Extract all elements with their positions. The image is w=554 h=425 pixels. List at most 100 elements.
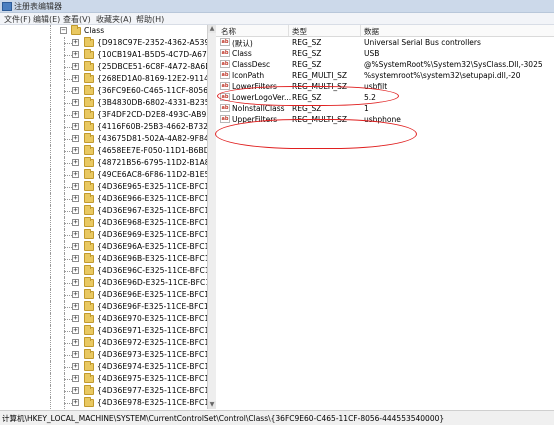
expand-icon[interactable]: + <box>72 195 79 202</box>
tree-node[interactable]: + {4D36E978-E325-11CE-BFC1-080 <box>0 397 208 409</box>
scroll-up-arrow-icon[interactable]: ▲ <box>208 25 216 33</box>
tree-node[interactable]: + {4658EE7E-F050-11D1-B6BD-00( <box>0 145 208 157</box>
tree-node[interactable]: + {43675D81-502A-4A82-9F84-B75 <box>0 133 208 145</box>
expand-icon[interactable]: + <box>72 219 79 226</box>
expand-icon[interactable]: + <box>72 279 79 286</box>
tree-node[interactable]: + {4D36E96D-E325-11CE-BFC1-080 <box>0 277 208 289</box>
tree-node[interactable]: + {4D36E96C-E325-11CE-BFC1-080 <box>0 265 208 277</box>
tree-node[interactable]: + {4D36E967-E325-11CE-BFC1-080 <box>0 205 208 217</box>
tree-node-label: {4D36E975-E325-11CE-BFC1-080 <box>97 374 209 383</box>
expand-icon[interactable]: + <box>72 231 79 238</box>
expand-icon[interactable]: + <box>72 399 79 406</box>
column-header-data[interactable]: 数据 <box>364 26 379 37</box>
expand-icon[interactable]: + <box>72 327 79 334</box>
tree-node-label: {4D36E974-E325-11CE-BFC1-080 <box>97 362 209 371</box>
expand-icon[interactable]: + <box>72 351 79 358</box>
tree-node-class[interactable]: − Class <box>0 25 208 37</box>
expand-icon[interactable]: + <box>72 39 79 46</box>
expand-icon[interactable]: + <box>72 171 79 178</box>
tree-node[interactable]: + {4D36E96E-E325-11CE-BFC1-080 <box>0 289 208 301</box>
title-bar: 注册表编辑器 <box>0 0 554 13</box>
expand-icon[interactable]: + <box>72 291 79 298</box>
value-row[interactable]: ab Class REG_SZ USB <box>216 48 554 59</box>
folder-icon <box>84 337 94 347</box>
tree-node[interactable]: + {4D36E965-E325-11CE-BFC1-080 <box>0 181 208 193</box>
tree-node-label: {4D36E977-E325-11CE-BFC1-080 <box>97 386 209 395</box>
value-type: REG_SZ <box>292 60 322 69</box>
expand-icon[interactable]: + <box>72 339 79 346</box>
expand-icon[interactable]: + <box>72 159 79 166</box>
expand-icon[interactable]: + <box>72 51 79 58</box>
tree-node[interactable]: + {4D36E968-E325-11CE-BFC1-080 <box>0 217 208 229</box>
expand-icon[interactable]: + <box>72 123 79 130</box>
tree-node[interactable]: + {268ED1A0-8169-12E2-9114-082 <box>0 73 208 85</box>
folder-icon <box>84 385 94 395</box>
tree-node[interactable]: + {3F4DF2CD-D2E8-493C-AB93-08 <box>0 109 208 121</box>
tree-node[interactable]: + {4D36E96B-E325-11CE-BFC1-080 <box>0 253 208 265</box>
expand-icon[interactable]: + <box>72 111 79 118</box>
value-name: Class <box>232 49 252 58</box>
expand-icon[interactable]: + <box>72 87 79 94</box>
tree-node[interactable]: + {4D36E975-E325-11CE-BFC1-080 <box>0 373 208 385</box>
tree-node[interactable]: + {4D36E966-E325-11CE-BFC1-080 <box>0 193 208 205</box>
value-row[interactable]: ab ClassDesc REG_SZ @%SystemRoot%\System32\… <box>216 59 554 70</box>
tree-node[interactable]: + {49CE6AC8-6F86-11D2-B1E5-008 <box>0 169 208 181</box>
tree-node-label: {4D36E96D-E325-11CE-BFC1-080 <box>97 278 209 287</box>
expand-icon[interactable]: + <box>72 99 79 106</box>
expand-icon[interactable]: + <box>72 207 79 214</box>
expand-icon[interactable]: + <box>72 147 79 154</box>
expand-icon[interactable]: + <box>72 135 79 142</box>
menu-help[interactable]: 帮助(H) <box>136 14 164 25</box>
menu-favorites[interactable]: 收藏夹(A) <box>96 14 132 25</box>
tree-node[interactable]: + {25DBCE51-6C8F-4A72-8A6D-B5 <box>0 61 208 73</box>
folder-icon <box>84 301 94 311</box>
menu-file[interactable]: 文件(F) <box>4 14 31 25</box>
string-value-icon: ab <box>220 104 230 112</box>
registry-key-tree[interactable]: − Class + {D918C97E-2352-4362-A539-10A + {1… <box>0 25 209 409</box>
folder-icon <box>84 229 94 239</box>
tree-node-label: {4D36E969-E325-11CE-BFC1-080 <box>97 230 209 239</box>
value-row[interactable]: ab (默认) REG_SZ Universal Serial Bus control… <box>216 37 554 48</box>
tree-node[interactable]: + {48721B56-6795-11D2-B1A8-008 <box>0 157 208 169</box>
tree-vertical-scrollbar[interactable]: ▲ ▼ <box>207 25 216 409</box>
tree-node[interactable]: + {4D36E977-E325-11CE-BFC1-080 <box>0 385 208 397</box>
expand-icon[interactable]: + <box>72 315 79 322</box>
column-header-type[interactable]: 类型 <box>292 26 307 37</box>
tree-node[interactable]: + {10CB19A1-B5D5-4C7D-A670-95 <box>0 49 208 61</box>
expand-icon[interactable]: + <box>72 363 79 370</box>
collapse-icon[interactable]: − <box>60 27 67 34</box>
expand-icon[interactable]: + <box>72 303 79 310</box>
expand-icon[interactable]: + <box>72 387 79 394</box>
tree-node[interactable]: + {36FC9E60-C465-11CF-8056-444 <box>0 85 208 97</box>
tree-node[interactable]: + {4D36E973-E325-11CE-BFC1-080 <box>0 349 208 361</box>
column-header-name[interactable]: 名称 <box>221 26 236 37</box>
expand-icon[interactable]: + <box>72 75 79 82</box>
menu-edit[interactable]: 编辑(E) <box>33 14 60 25</box>
tree-node-label: {48721B56-6795-11D2-B1A8-008 <box>97 158 209 167</box>
expand-icon[interactable]: + <box>72 375 79 382</box>
tree-node[interactable]: + {4D36E96A-E325-11CE-BFC1-080 <box>0 241 208 253</box>
menu-view[interactable]: 查看(V) <box>63 14 91 25</box>
tree-node[interactable]: + {D918C97E-2352-4362-A539-10A <box>0 37 208 49</box>
expand-icon[interactable]: + <box>72 267 79 274</box>
folder-icon <box>84 169 94 179</box>
string-value-icon: ab <box>220 82 230 90</box>
registry-values-list[interactable]: 名称 类型 数据 ab (默认) REG_SZ Universal Serial Bu… <box>216 25 554 409</box>
tree-node[interactable]: + {4D36E970-E325-11CE-BFC1-080 <box>0 313 208 325</box>
tree-node[interactable]: + {4D36E969-E325-11CE-BFC1-080 <box>0 229 208 241</box>
expand-icon[interactable]: + <box>72 243 79 250</box>
tree-node[interactable]: + {4D36E972-E325-11CE-BFC1-080 <box>0 337 208 349</box>
tree-node[interactable]: + {4D36E974-E325-11CE-BFC1-080 <box>0 361 208 373</box>
folder-icon <box>84 109 94 119</box>
tree-node[interactable]: + {4D36E96F-E325-11CE-BFC1-080 <box>0 301 208 313</box>
tree-node[interactable]: + {3B4830DB-6802-4331-B235-67I <box>0 97 208 109</box>
value-row[interactable]: ab IconPath REG_MULTI_SZ %systemroot%\syste… <box>216 70 554 81</box>
menu-bar: 文件(F) 编辑(E) 查看(V) 收藏夹(A) 帮助(H) <box>0 13 554 25</box>
folder-icon <box>84 49 94 59</box>
expand-icon[interactable]: + <box>72 63 79 70</box>
scroll-down-arrow-icon[interactable]: ▼ <box>208 401 216 409</box>
tree-node[interactable]: + {4116F60B-25B3-4662-B732-99A <box>0 121 208 133</box>
expand-icon[interactable]: + <box>72 183 79 190</box>
tree-node[interactable]: + {4D36E971-E325-11CE-BFC1-080 <box>0 325 208 337</box>
expand-icon[interactable]: + <box>72 255 79 262</box>
